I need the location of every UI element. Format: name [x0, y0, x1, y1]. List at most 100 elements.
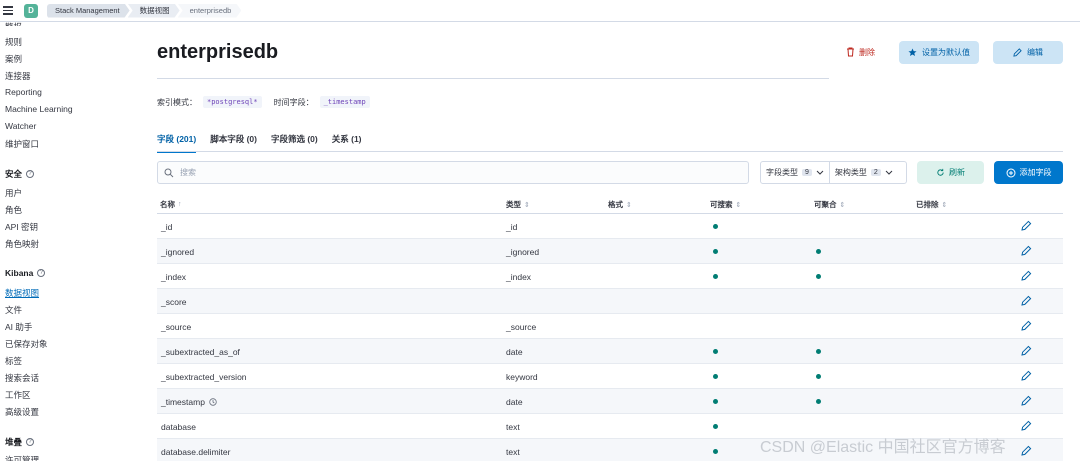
sidebar-item-files[interactable]: 文件	[5, 304, 22, 316]
index-pattern-value: *postgresql*	[203, 96, 262, 108]
searchable-dot-icon	[713, 249, 718, 254]
sidebar-item-saved-objects[interactable]: 已保存对象	[5, 338, 48, 350]
sidebar-item-rules[interactable]: 规则	[5, 36, 22, 48]
edit-button[interactable]: 编辑	[993, 41, 1063, 64]
sidebar-section-kibana: Kibana?	[5, 268, 46, 278]
field-type: keyword	[506, 372, 538, 382]
plus-circle-icon	[1006, 168, 1015, 177]
edit-field-pencil-icon[interactable]	[1020, 420, 1032, 432]
table-row: _ignored _ignored	[157, 239, 1063, 264]
chevron-down-icon	[885, 170, 893, 175]
delete-button[interactable]: 删除	[846, 44, 875, 60]
help-icon[interactable]: ?	[26, 438, 35, 446]
column-header-name[interactable]: 名称 ↑	[160, 199, 182, 210]
edit-field-pencil-icon[interactable]	[1020, 445, 1032, 457]
field-name: _id	[161, 222, 172, 232]
add-field-button[interactable]: 添加字段	[994, 161, 1063, 184]
sidebar-item-users[interactable]: 用户	[5, 187, 22, 199]
schema-type-filter[interactable]: 架构类型 2	[828, 162, 898, 183]
field-name: _timestamp	[161, 397, 217, 407]
column-header-excluded[interactable]: 已排除 ⇕	[916, 199, 947, 210]
sidebar-item-maintenance-windows[interactable]: 维护窗口	[5, 138, 39, 150]
field-name: _subextracted_as_of	[161, 347, 240, 357]
top-header: D Stack Management 数据视图 enterprisedb	[0, 0, 1080, 22]
edit-field-pencil-icon[interactable]	[1020, 245, 1032, 257]
sidebar-item-cases[interactable]: 案例	[5, 53, 22, 65]
sidebar-item-advanced-settings[interactable]: 高级设置	[5, 406, 39, 418]
sort-arrow-up-icon: ↑	[178, 201, 182, 208]
field-type: date	[506, 347, 523, 357]
menu-icon[interactable]	[3, 6, 13, 15]
edit-field-pencil-icon[interactable]	[1020, 220, 1032, 232]
index-pattern-label: 索引模式：	[157, 97, 197, 107]
tab-relationships[interactable]: 关系 (1)	[332, 133, 362, 153]
sidebar-item-partial[interactable]: 警报	[5, 21, 22, 26]
sidebar-item-spaces[interactable]: 工作区	[5, 389, 31, 401]
set-default-button[interactable]: 设置为默认值	[899, 41, 979, 64]
breadcrumb: Stack Management 数据视图 enterprisedb	[47, 4, 239, 18]
column-header-format[interactable]: 格式 ⇕	[608, 199, 632, 210]
aggregatable-dot-icon	[816, 349, 821, 354]
space-avatar[interactable]: D	[24, 3, 38, 18]
sidebar-item-data-views[interactable]: 数据视图	[5, 287, 39, 299]
edit-field-pencil-icon[interactable]	[1020, 270, 1032, 282]
field-name-text: _score	[161, 297, 187, 307]
tab-field-filters[interactable]: 字段筛选 (0)	[271, 133, 318, 153]
sort-icon: ⇕	[941, 201, 948, 209]
sidebar-item-api-keys[interactable]: API 密钥	[5, 221, 38, 233]
column-label: 已排除	[916, 200, 939, 209]
breadcrumb-stack-management[interactable]: Stack Management	[47, 4, 130, 18]
tab-scripted-fields[interactable]: 脚本字段 (0)	[210, 133, 257, 153]
column-label: 类型	[506, 200, 521, 209]
sidebar-section-stack: 堆叠?	[5, 436, 35, 448]
column-header-type[interactable]: 类型 ⇕	[506, 199, 530, 210]
divider	[157, 78, 829, 79]
time-field-value: _timestamp	[319, 96, 370, 108]
column-header-aggregatable[interactable]: 可聚合 ⇕	[814, 199, 845, 210]
edit-field-pencil-icon[interactable]	[1020, 345, 1032, 357]
column-label: 名称	[160, 200, 175, 209]
field-type: date	[506, 397, 523, 407]
field-name: database.delimiter	[161, 447, 230, 457]
sidebar-item-partial[interactable]: 许可管理	[5, 454, 39, 461]
sidebar-item-role-mappings[interactable]: 角色映射	[5, 238, 39, 250]
field-name: _index	[161, 272, 186, 282]
tab-fields[interactable]: 字段 (201)	[157, 133, 197, 153]
sidebar-section-label: 安全	[5, 169, 23, 179]
help-icon[interactable]: ?	[37, 269, 46, 277]
sidebar-item-connectors[interactable]: 连接器	[5, 70, 31, 82]
searchable-dot-icon	[713, 274, 718, 279]
sidebar-item-watcher[interactable]: Watcher	[5, 121, 36, 131]
edit-field-pencil-icon[interactable]	[1020, 295, 1032, 307]
edit-field-pencil-icon[interactable]	[1020, 320, 1032, 332]
filter-group: 字段类型 9 架构类型 2	[760, 161, 907, 184]
search-input[interactable]	[180, 168, 740, 177]
column-header-searchable[interactable]: 可搜索 ⇕	[710, 199, 741, 210]
sidebar-item-reporting[interactable]: Reporting	[5, 87, 42, 97]
sidebar-item-search-sessions[interactable]: 搜索会话	[5, 372, 39, 384]
sidebar-item-machine-learning[interactable]: Machine Learning	[5, 104, 73, 114]
field-name-text: _subextracted_as_of	[161, 347, 240, 357]
trash-icon	[847, 47, 854, 57]
field-type-filter[interactable]: 字段类型 9	[761, 162, 829, 183]
help-icon[interactable]: ?	[26, 170, 35, 178]
sort-icon: ⇕	[524, 201, 530, 209]
edit-field-pencil-icon[interactable]	[1020, 370, 1032, 382]
breadcrumb-data-views[interactable]: 数据视图	[128, 4, 180, 18]
aggregatable-dot-icon	[816, 249, 821, 254]
sidebar-item-roles[interactable]: 角色	[5, 204, 22, 216]
refresh-button[interactable]: 刷新	[917, 161, 984, 184]
table-row: _score	[157, 289, 1063, 314]
field-name-text: _source	[161, 322, 192, 332]
tab-list: 字段 (201) 脚本字段 (0) 字段筛选 (0) 关系 (1)	[157, 133, 362, 153]
pencil-icon	[1013, 48, 1022, 57]
sidebar-item-tags[interactable]: 标签	[5, 355, 22, 367]
sidebar-item-ai-assistant[interactable]: AI 助手	[5, 321, 32, 333]
edit-field-pencil-icon[interactable]	[1020, 395, 1032, 407]
refresh-icon	[937, 168, 944, 176]
sidebar: 警报 规则 案例 连接器 Reporting Machine Learning …	[0, 22, 140, 461]
searchable-dot-icon	[713, 224, 718, 229]
sort-icon: ⇕	[626, 201, 632, 209]
field-type: _ignored	[506, 247, 540, 257]
divider	[157, 151, 1063, 152]
